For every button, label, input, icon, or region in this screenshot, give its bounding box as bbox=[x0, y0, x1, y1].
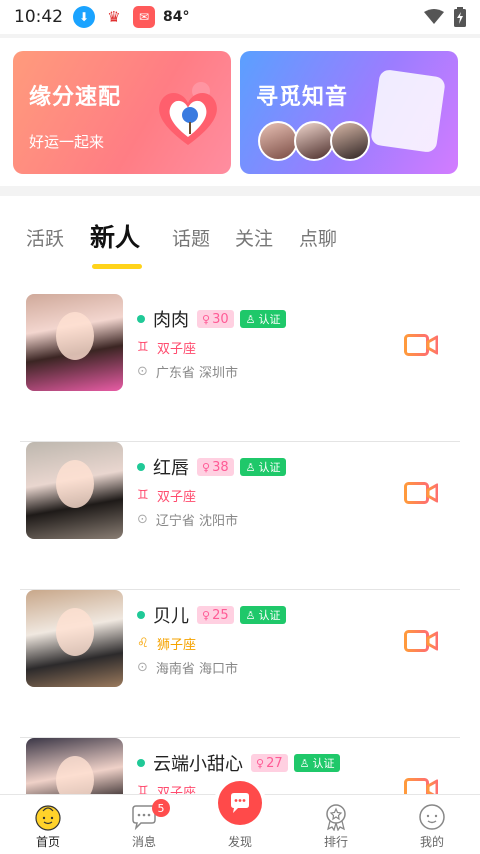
age-badge: ♀ 30 bbox=[197, 310, 234, 328]
zodiac-label: 狮子座 bbox=[157, 638, 197, 653]
nav-home[interactable]: 首页 bbox=[0, 795, 96, 854]
female-icon: ♀ bbox=[202, 312, 211, 326]
fate-match-title: 缘分速配 bbox=[29, 85, 122, 110]
user-name: 红唇 bbox=[153, 458, 189, 479]
female-icon: ♀ bbox=[202, 460, 211, 474]
zodiac-line: ♌ 狮子座 bbox=[137, 634, 196, 653]
leo-icon: ♌ bbox=[137, 636, 149, 651]
age-badge: ♀ 27 bbox=[251, 754, 288, 772]
video-call-icon[interactable] bbox=[404, 482, 438, 504]
temperature: 84° bbox=[163, 9, 190, 25]
nav-home-label: 首页 bbox=[35, 835, 60, 849]
video-call-icon[interactable] bbox=[404, 778, 438, 794]
video-call-icon[interactable] bbox=[404, 630, 438, 652]
avatar bbox=[258, 121, 298, 161]
user-photo[interactable] bbox=[26, 442, 123, 539]
location-line: ⊙ 辽宁省 沈阳市 bbox=[137, 510, 238, 529]
status-bar: 10:42 ⬇ ♛ ✉ 84° bbox=[0, 0, 480, 34]
find-soulmate-card[interactable]: 寻觅知音 bbox=[240, 51, 458, 174]
online-status-dot bbox=[137, 611, 145, 619]
gemini-icon: ♊ bbox=[137, 488, 149, 503]
video-call-icon[interactable] bbox=[404, 334, 438, 356]
download-icon: ⬇ bbox=[73, 6, 95, 28]
zodiac-line: ♊ 双子座 bbox=[137, 782, 196, 794]
discover-icon[interactable] bbox=[218, 781, 262, 825]
age-badge: ♀ 25 bbox=[197, 606, 234, 624]
person-icon: ♙ bbox=[245, 312, 256, 326]
gemini-icon: ♊ bbox=[137, 340, 149, 355]
active-tab-indicator bbox=[92, 264, 142, 269]
zodiac-label: 双子座 bbox=[157, 786, 197, 794]
person-icon: ♙ bbox=[299, 756, 310, 770]
user-photo[interactable] bbox=[26, 590, 123, 687]
find-soulmate-title: 寻觅知音 bbox=[256, 85, 349, 110]
user-name: 云端小甜心 bbox=[153, 754, 243, 775]
gemini-icon: ♊ bbox=[137, 784, 149, 794]
wifi-icon bbox=[424, 9, 444, 24]
avatar bbox=[330, 121, 370, 161]
unread-badge: 5 bbox=[152, 799, 170, 817]
avatar-group bbox=[258, 121, 370, 161]
user-photo[interactable] bbox=[26, 738, 123, 794]
battery-icon bbox=[454, 7, 466, 27]
nav-profile-label: 我的 bbox=[419, 835, 444, 849]
location-pin-icon: ⊙ bbox=[137, 512, 148, 527]
age-badge: ♀ 38 bbox=[197, 458, 234, 476]
fate-match-subtitle: 好运一起来 bbox=[29, 133, 105, 151]
zodiac-line: ♊ 双子座 bbox=[137, 338, 196, 357]
tab-active[interactable]: 活跃 bbox=[26, 224, 64, 251]
location-label: 海南省 海口市 bbox=[155, 662, 239, 677]
female-icon: ♀ bbox=[202, 608, 211, 622]
user-list-item[interactable]: 肉肉 ♀ 30 ♙ 认证 ♊ 双子座 ⊙ 广东省 深圳市 bbox=[0, 294, 480, 442]
online-status-dot bbox=[137, 759, 145, 767]
banner-area: 缘分速配 好运一起来 寻觅知音 bbox=[0, 38, 480, 186]
location-label: 广东省 深圳市 bbox=[155, 366, 239, 381]
ranking-icon bbox=[326, 804, 346, 831]
user-list-item[interactable]: 贝儿 ♀ 25 ♙ 认证 ♌ 狮子座 ⊙ 海南省 海口市 bbox=[0, 590, 480, 738]
nav-profile[interactable]: 我的 bbox=[384, 795, 480, 854]
fate-match-card[interactable]: 缘分速配 好运一起来 bbox=[13, 51, 231, 174]
user-photo[interactable] bbox=[26, 294, 123, 391]
location-label: 辽宁省 沈阳市 bbox=[155, 514, 239, 529]
tab-following[interactable]: 关注 bbox=[235, 224, 273, 251]
nav-ranking[interactable]: 排行 bbox=[288, 795, 384, 854]
zodiac-label: 双子座 bbox=[157, 490, 197, 505]
online-status-dot bbox=[137, 315, 145, 323]
zodiac-line: ♊ 双子座 bbox=[137, 486, 196, 505]
verified-badge: ♙ 认证 bbox=[239, 606, 287, 624]
heart-lollipop-icon bbox=[159, 82, 217, 145]
person-icon: ♙ bbox=[245, 460, 256, 474]
tab-topics[interactable]: 话题 bbox=[172, 224, 210, 251]
nav-messages[interactable]: 5 消息 bbox=[96, 795, 192, 854]
main-content: 活跃 新人 话题 关注 点聊 肉肉 ♀ 30 ♙ 认证 ♊ 双子座 ⊙ 广东省 深圳… bbox=[0, 196, 480, 794]
nav-messages-label: 消息 bbox=[131, 835, 156, 849]
online-status-dot bbox=[137, 463, 145, 471]
location-line: ⊙ 海南省 海口市 bbox=[137, 658, 238, 677]
nav-discover-label: 发现 bbox=[227, 835, 252, 849]
user-list-item[interactable]: 红唇 ♀ 38 ♙ 认证 ♊ 双子座 ⊙ 辽宁省 沈阳市 bbox=[0, 442, 480, 590]
user-name: 肉肉 bbox=[153, 310, 189, 331]
home-face-icon bbox=[35, 805, 61, 831]
bottom-navigation: 首页 5 消息 发现 排行 我的 bbox=[0, 781, 480, 854]
note-card-decoration bbox=[370, 68, 446, 154]
verified-badge: ♙ 认证 bbox=[239, 310, 287, 328]
verified-badge: ♙ 认证 bbox=[293, 754, 341, 772]
verified-badge: ♙ 认证 bbox=[239, 458, 287, 476]
message-notification-icon: ✉ bbox=[133, 6, 155, 28]
person-icon: ♙ bbox=[245, 608, 256, 622]
female-icon: ♀ bbox=[256, 756, 265, 770]
status-time: 10:42 bbox=[14, 7, 63, 27]
nav-ranking-label: 排行 bbox=[323, 835, 348, 849]
profile-face-icon bbox=[419, 804, 445, 830]
user-name: 贝儿 bbox=[153, 606, 189, 627]
avatar bbox=[294, 121, 334, 161]
app-notification-icon: ♛ bbox=[103, 6, 125, 28]
location-line: ⊙ 广东省 深圳市 bbox=[137, 362, 238, 381]
category-tabs: 活跃 新人 话题 关注 点聊 bbox=[0, 214, 480, 269]
tab-new[interactable]: 新人 bbox=[90, 218, 140, 254]
zodiac-label: 双子座 bbox=[157, 342, 197, 357]
tab-chat[interactable]: 点聊 bbox=[299, 224, 337, 251]
location-pin-icon: ⊙ bbox=[137, 364, 148, 379]
location-pin-icon: ⊙ bbox=[137, 660, 148, 675]
